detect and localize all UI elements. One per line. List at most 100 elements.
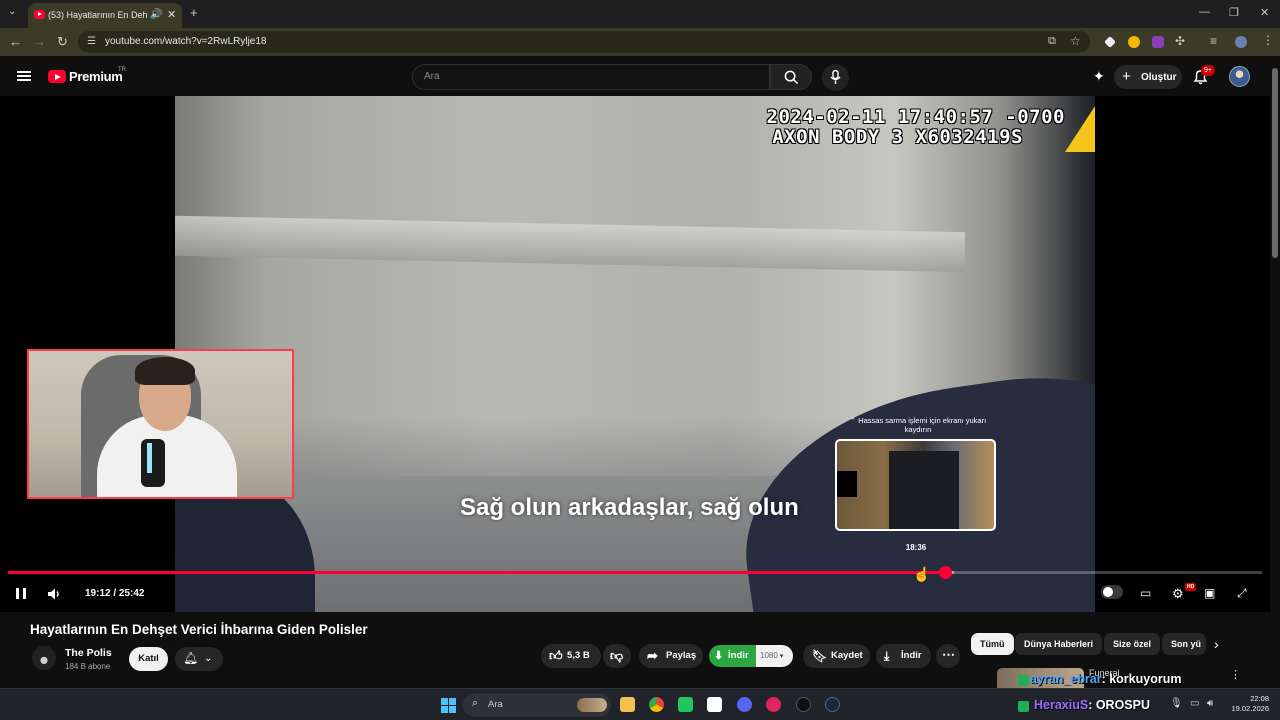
bookmark-star-icon[interactable]: ☆: [1070, 34, 1081, 48]
scrub-preview-time: 18:36: [905, 543, 927, 552]
progress-scrubber-handle[interactable]: [938, 566, 952, 579]
reading-list-icon[interactable]: ≡: [1210, 34, 1217, 48]
autoplay-toggle[interactable]: [1101, 585, 1123, 599]
microphone-tray-icon[interactable]: 🎙︎: [1170, 698, 1183, 709]
back-arrow-icon[interactable]: ←: [9, 34, 22, 49]
chevron-down-icon: ⌄: [204, 653, 213, 664]
browser-tab-strip: ⌄ (53) Hayatlarının En Dehşet Verici İhb…: [0, 0, 1280, 28]
chat-text: : OROSPU: [1088, 698, 1151, 712]
obs-icon[interactable]: [796, 697, 811, 712]
share-label: Paylaş: [666, 650, 697, 661]
quality-select[interactable]: 1080 ▾: [756, 645, 793, 667]
menu-hamburger-icon[interactable]: [17, 71, 31, 81]
new-tab-button[interactable]: +: [190, 5, 198, 20]
save-label: Kaydet: [831, 650, 863, 661]
pause-button[interactable]: [16, 588, 26, 599]
webcam-mic-light: [147, 443, 152, 473]
chip-world-news[interactable]: Dünya Haberleri: [1015, 633, 1103, 655]
tab-close-icon[interactable]: ✕: [167, 8, 176, 21]
discord-icon[interactable]: [737, 697, 752, 712]
seek-hint-text: ⌃ Hassas sarma işlemi için ekranı yukarı…: [836, 416, 1000, 434]
taskbar-clock[interactable]: 22:08 19.02.2026: [1227, 694, 1269, 714]
join-button[interactable]: Katıl: [129, 647, 168, 671]
minimize-window-button[interactable]: —: [1199, 6, 1210, 18]
download-label: İndir: [901, 650, 922, 661]
url-text: youtube.com/watch?v=2RwLRylje18: [105, 36, 267, 47]
chrome-icon[interactable]: [649, 697, 664, 712]
chrome-menu-icon[interactable]: ⋮: [1262, 33, 1274, 47]
progress-bar[interactable]: [8, 566, 1262, 579]
chat-message: HeraxiuS: OROSPU: [1034, 698, 1150, 712]
youtube-favicon-icon: [34, 10, 45, 19]
quality-value: 1080: [760, 651, 778, 660]
site-info-icon[interactable]: ☰: [87, 36, 96, 47]
search-input[interactable]: Ara: [412, 64, 770, 90]
extension-coin-icon[interactable]: [1128, 36, 1140, 48]
search-button[interactable]: [770, 64, 812, 90]
like-button[interactable]: 👍︎ 5,3 B: [541, 644, 601, 668]
page-scrollbar[interactable]: [1270, 56, 1280, 688]
address-bar[interactable]: ☰ youtube.com/watch?v=2RwLRylje18 ⧉ ☆: [78, 31, 1090, 53]
chip-for-you[interactable]: Size özel: [1104, 633, 1161, 655]
browser-tab-active[interactable]: (53) Hayatlarının En Dehşet Verici İhbar…: [28, 3, 182, 28]
scrollbar-thumb[interactable]: [1272, 68, 1278, 258]
file-explorer-icon[interactable]: [620, 697, 635, 712]
voice-search-button[interactable]: [822, 64, 849, 91]
media-player-icon[interactable]: [766, 697, 781, 712]
more-actions-button[interactable]: ⋯: [936, 644, 960, 668]
chat-message: ayran_ebrar: korkuyorum: [1016, 672, 1181, 686]
restore-window-button[interactable]: ❐: [1229, 6, 1239, 19]
close-window-button[interactable]: ✕: [1260, 6, 1269, 19]
youtube-premium-brand[interactable]: Premium: [69, 69, 123, 84]
volume-tray-icon[interactable]: 🔊︎: [1207, 698, 1213, 709]
theater-mode-icon[interactable]: ▣: [1204, 586, 1215, 600]
chip-all[interactable]: Tümü: [971, 633, 1014, 655]
reload-icon[interactable]: ↻: [57, 34, 68, 50]
save-button[interactable]: 🔖︎ Kaydet: [803, 644, 870, 668]
channel-name[interactable]: The Polis: [65, 647, 112, 659]
install-app-icon[interactable]: ⧉: [1048, 35, 1056, 48]
tab-audio-icon[interactable]: 🔊: [150, 9, 162, 20]
extensions-puzzle-icon[interactable]: ✣: [1175, 34, 1185, 48]
player-controls: 19:12 / 25:42 ▭ ⚙ HD ▣ ⤢: [0, 580, 1270, 610]
more-vertical-icon[interactable]: ⋮: [1230, 668, 1241, 681]
chat-text: : korkuyorum: [1101, 672, 1182, 686]
tab-search-icon[interactable]: ⌄: [8, 6, 16, 17]
youtube-header: Premium TR Ara ✦ + Oluştur 9+: [0, 56, 1280, 96]
share-button[interactable]: ➦ Paylaş: [639, 644, 703, 668]
subtitles-cc-icon[interactable]: ▭: [1140, 586, 1151, 600]
profile-avatar-icon[interactable]: [1235, 36, 1247, 48]
fullscreen-icon[interactable]: ⤢: [1237, 586, 1247, 601]
settings-gear-icon[interactable]: ⚙: [1172, 586, 1184, 602]
preview-officer: [889, 451, 959, 529]
chat-username: HeraxiuS: [1034, 698, 1089, 712]
steam-icon[interactable]: [825, 697, 840, 712]
account-avatar[interactable]: [1229, 66, 1250, 87]
taskbar-search[interactable]: ⌕ Ara: [463, 693, 611, 717]
plus-icon: +: [1122, 68, 1131, 85]
windows-start-icon[interactable]: [441, 698, 456, 713]
chip-recent[interactable]: Son yü: [1162, 633, 1206, 655]
cast-sparkle-icon[interactable]: ✦: [1093, 68, 1105, 85]
tradingview-icon[interactable]: [707, 697, 722, 712]
youtube-logo-icon[interactable]: [48, 70, 66, 83]
download-extension-button[interactable]: ⬇ İndir: [709, 645, 756, 667]
forward-arrow-icon[interactable]: →: [33, 34, 46, 49]
create-button[interactable]: + Oluştur: [1114, 65, 1182, 89]
download-button[interactable]: ⤓ İndir: [876, 644, 931, 668]
channel-avatar[interactable]: [32, 646, 56, 670]
volume-icon[interactable]: [48, 588, 62, 600]
chevron-right-icon[interactable]: ›: [1214, 636, 1219, 652]
microphone-icon: [830, 70, 841, 84]
notification-count-badge: 9+: [1201, 65, 1215, 76]
subscription-bell-button[interactable]: 🔔︎ ⌄: [175, 647, 223, 671]
extension-diamond-icon[interactable]: [1104, 36, 1116, 48]
spreadsheet-app-icon[interactable]: [678, 697, 693, 712]
more-horizontal-icon: ⋯: [942, 647, 955, 662]
dislike-button[interactable]: 👎︎: [603, 644, 631, 668]
network-tray-icon[interactable]: ▭: [1190, 698, 1199, 709]
bookmark-icon: 🔖︎: [812, 649, 828, 663]
create-label: Oluştur: [1141, 72, 1177, 83]
video-player[interactable]: 2024-02-11 17:40:57 -0700 AXON BODY 3 X6…: [0, 96, 1270, 612]
extension-purple-icon[interactable]: [1152, 36, 1164, 48]
